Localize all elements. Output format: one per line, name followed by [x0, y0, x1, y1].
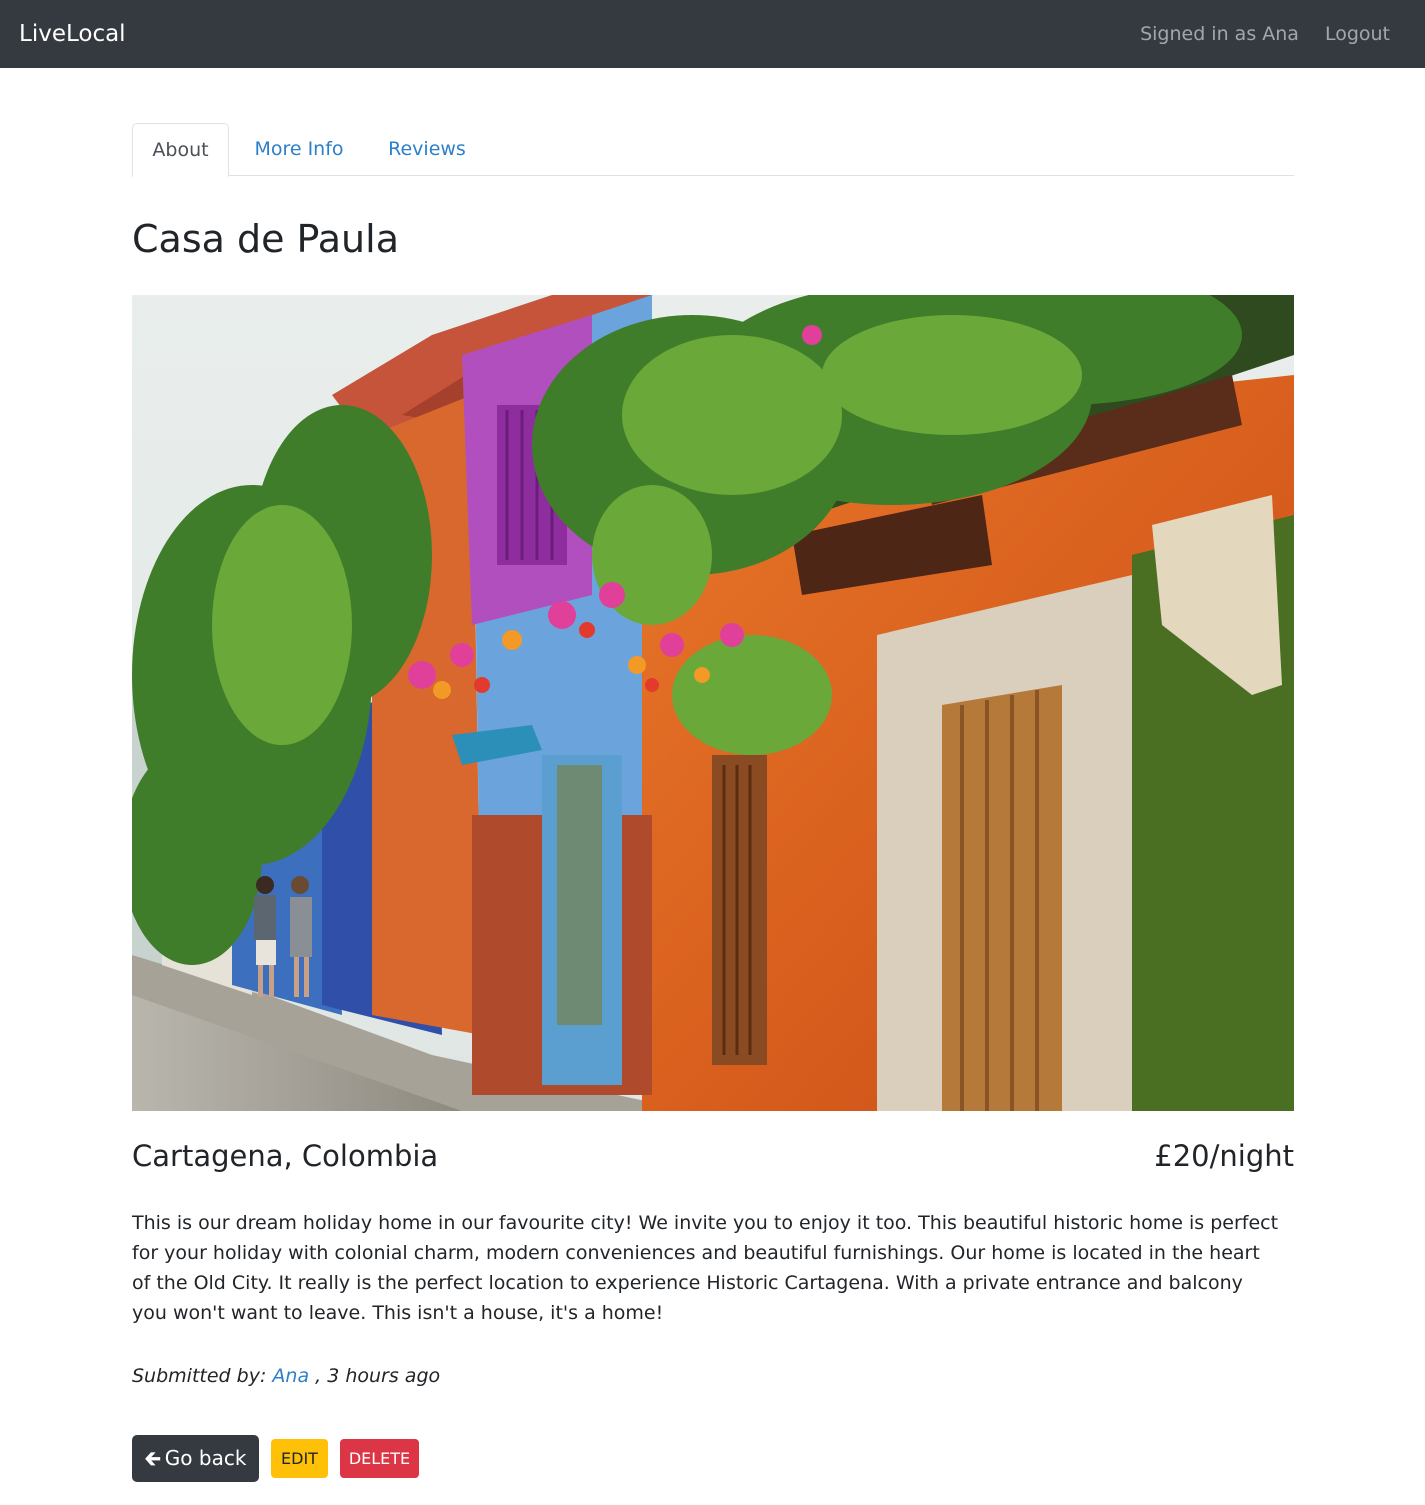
listing-photo: [132, 295, 1294, 1111]
navbar-right: Signed in as Ana Logout: [1140, 20, 1390, 48]
signed-in-text: Signed in as Ana: [1140, 23, 1299, 45]
tab-more-info[interactable]: More Info: [244, 123, 354, 176]
listing-location: Cartagena, Colombia: [132, 1139, 439, 1173]
submitted-time: , 3 hours ago: [315, 1365, 441, 1387]
listing-description: This is our dream holiday home in our fa…: [132, 1212, 1279, 1324]
tab-reviews[interactable]: Reviews: [380, 123, 474, 176]
navbar: LiveLocal Signed in as Ana Logout: [0, 0, 1425, 68]
delete-button[interactable]: DELETE: [340, 1439, 419, 1478]
brand-logo[interactable]: LiveLocal: [19, 19, 126, 49]
author-link[interactable]: Ana: [272, 1365, 309, 1387]
listing-price: £20/night: [1154, 1139, 1294, 1173]
arrow-left-icon: 🡰: [144, 1446, 161, 1470]
logout-link[interactable]: Logout: [1325, 20, 1390, 48]
listing-title: Casa de Paula: [132, 217, 399, 261]
submitted-by: Submitted by: Ana , 3 hours ago: [132, 1361, 440, 1391]
tab-bar: About More Info Reviews: [132, 123, 1294, 177]
submitted-prefix: Submitted by:: [132, 1365, 267, 1387]
edit-button[interactable]: EDIT: [271, 1439, 328, 1478]
go-back-label: Go back: [164, 1446, 247, 1470]
tab-about[interactable]: About: [132, 123, 229, 177]
go-back-button[interactable]: 🡰 Go back: [132, 1435, 259, 1482]
